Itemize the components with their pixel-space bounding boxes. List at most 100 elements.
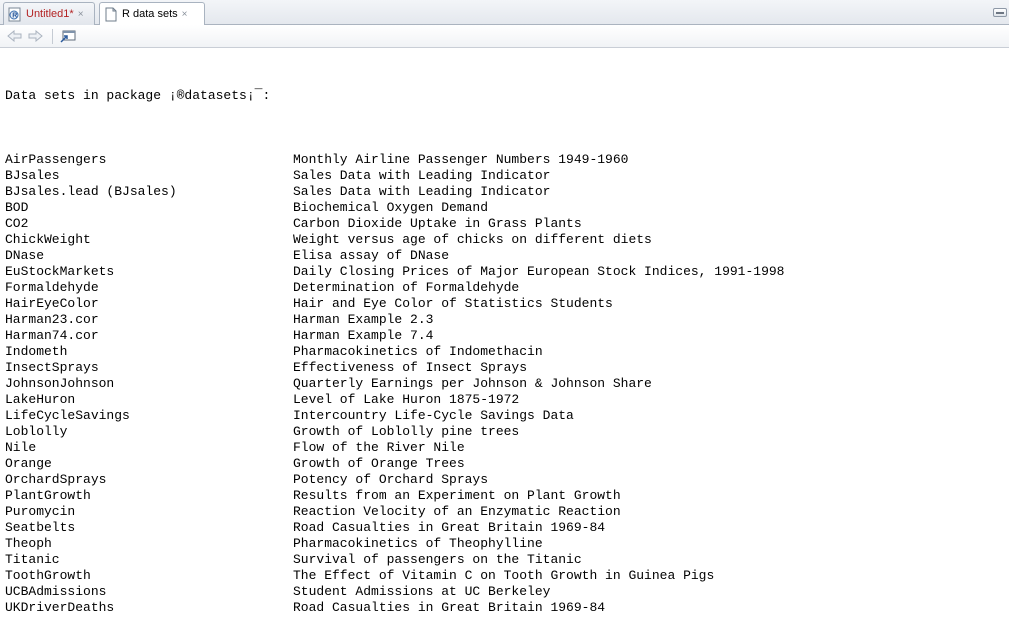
dataset-description: Biochemical Oxygen Demand xyxy=(293,200,489,215)
dataset-name: Titanic xyxy=(5,552,60,567)
dataset-description: Sales Data with Leading Indicator xyxy=(293,184,551,199)
dataset-name: Seatbelts xyxy=(5,520,76,535)
dataset-description: Effectiveness of Insect Sprays xyxy=(293,360,528,375)
list-item: AirPassengers Monthly Airline Passenger N… xyxy=(5,152,1009,168)
dataset-name: ChickWeight xyxy=(5,232,91,247)
dataset-description: Student Admissions at UC Berkeley xyxy=(293,584,551,599)
dataset-name: Nile xyxy=(5,440,37,455)
close-icon[interactable]: × xyxy=(78,4,84,25)
dataset-description: Reaction Velocity of an Enzymatic Reacti… xyxy=(293,504,621,519)
dataset-name: HairEyeColor xyxy=(5,296,99,311)
list-item: UCBAdmissions Student Admissions at UC Be… xyxy=(5,584,1009,600)
dataset-description: Monthly Airline Passenger Numbers 1949-1… xyxy=(293,152,629,167)
list-item: LakeHuron Level of Lake Huron 1875-1972 xyxy=(5,392,1009,408)
datasets-output: Data sets in package ¡®datasets¡¯: AirPa… xyxy=(5,56,1009,632)
dataset-description: The Effect of Vitamin C on Tooth Growth … xyxy=(293,568,715,583)
dataset-description: Harman Example 7.4 xyxy=(293,328,434,343)
dataset-description: Survival of passengers on the Titanic xyxy=(293,552,582,567)
list-item: Indometh Pharmacokinetics of Indomethacin xyxy=(5,344,1009,360)
list-item: Titanic Survival of passengers on the Tit… xyxy=(5,552,1009,568)
dataset-name: AirPassengers xyxy=(5,152,107,167)
list-item: Orange Growth of Orange Trees xyxy=(5,456,1009,472)
tab-untitled1[interactable]: R Untitled1* × xyxy=(3,2,95,25)
dataset-name: PlantGrowth xyxy=(5,488,91,503)
dataset-name: EuStockMarkets xyxy=(5,264,115,279)
dataset-name: Harman74.cor xyxy=(5,328,99,343)
dataset-name: UKDriverDeaths xyxy=(5,600,115,615)
dataset-name: CO2 xyxy=(5,216,29,231)
list-item: Puromycin Reaction Velocity of an Enzymat… xyxy=(5,504,1009,520)
list-item: Harman74.cor Harman Example 7.4 xyxy=(5,328,1009,344)
dataset-name: ToothGrowth xyxy=(5,568,91,583)
list-item: Nile Flow of the River Nile xyxy=(5,440,1009,456)
toolbar-separator xyxy=(52,29,53,44)
show-in-new-window-icon[interactable] xyxy=(60,29,76,43)
dataset-description: Potency of Orchard Sprays xyxy=(293,472,489,487)
dataset-name: Harman23.cor xyxy=(5,312,99,327)
dataset-description: Flow of the River Nile xyxy=(293,440,465,455)
forward-arrow-icon[interactable] xyxy=(27,29,43,43)
dataset-name: UCBAdmissions xyxy=(5,584,107,599)
r-script-icon: R xyxy=(8,7,22,22)
dataset-name: LifeCycleSavings xyxy=(5,408,130,423)
toolbar xyxy=(0,25,1009,48)
dataset-name: DNase xyxy=(5,248,45,263)
list-item: InsectSprays Effectiveness of Insect Spra… xyxy=(5,360,1009,376)
dataset-description: Pharmacokinetics of Indomethacin xyxy=(293,344,543,359)
tab-label: Untitled1* xyxy=(26,7,74,20)
dataset-name: BOD xyxy=(5,200,29,215)
dataset-description: Weight versus age of chicks on different… xyxy=(293,232,652,247)
list-item: Formaldehyde Determination of Formaldehyd… xyxy=(5,280,1009,296)
list-item: Harman23.cor Harman Example 2.3 xyxy=(5,312,1009,328)
dataset-description: Daily Closing Prices of Major European S… xyxy=(293,264,785,279)
tab-label: R data sets xyxy=(122,8,178,20)
dataset-description: Harman Example 2.3 xyxy=(293,312,434,327)
dataset-name: OrchardSprays xyxy=(5,472,107,487)
list-item: OrchardSprays Potency of Orchard Sprays xyxy=(5,472,1009,488)
list-item: ToothGrowth The Effect of Vitamin C on To… xyxy=(5,568,1009,584)
dataset-list: AirPassengers Monthly Airline Passenger N… xyxy=(5,152,1009,616)
dataset-name: Loblolly xyxy=(5,424,68,439)
page-title: Data sets in package ¡®datasets¡¯: xyxy=(5,88,271,103)
dataset-name: InsectSprays xyxy=(5,360,99,375)
list-item: LifeCycleSavings Intercountry Life-Cycle … xyxy=(5,408,1009,424)
dataset-description: Road Casualties in Great Britain 1969-84 xyxy=(293,520,606,535)
dataset-description: Intercountry Life-Cycle Savings Data xyxy=(293,408,574,423)
dataset-name: Formaldehyde xyxy=(5,280,99,295)
dataset-name: Indometh xyxy=(5,344,68,359)
list-item: Seatbelts Road Casualties in Great Britai… xyxy=(5,520,1009,536)
dataset-description: Carbon Dioxide Uptake in Grass Plants xyxy=(293,216,582,231)
back-arrow-icon[interactable] xyxy=(7,29,23,43)
dataset-description: Elisa assay of DNase xyxy=(293,248,450,263)
dataset-description: Growth of Orange Trees xyxy=(293,456,465,471)
list-item: UKDriverDeaths Road Casualties in Great B… xyxy=(5,600,1009,616)
dataset-description: Results from an Experiment on Plant Grow… xyxy=(293,488,621,503)
dataset-description: Quarterly Earnings per Johnson & Johnson… xyxy=(293,376,652,391)
dataset-description: Sales Data with Leading Indicator xyxy=(293,168,551,183)
list-item: BOD Biochemical Oxygen Demand xyxy=(5,200,1009,216)
tab-bar: R Untitled1* × R data sets × xyxy=(0,0,1009,26)
list-item: Loblolly Growth of Loblolly pine trees xyxy=(5,424,1009,440)
dataset-name: JohnsonJohnson xyxy=(5,376,115,391)
dataset-description: Determination of Formaldehyde xyxy=(293,280,520,295)
dataset-description: Road Casualties in Great Britain 1969-84 xyxy=(293,600,606,615)
list-item: BJsales Sales Data with Leading Indicator xyxy=(5,168,1009,184)
dataset-name: Puromycin xyxy=(5,504,76,519)
list-item: DNase Elisa assay of DNase xyxy=(5,248,1009,264)
list-item: PlantGrowth Results from an Experiment on… xyxy=(5,488,1009,504)
dataset-name: BJsales xyxy=(5,168,60,183)
svg-text:R: R xyxy=(12,12,17,19)
list-item: ChickWeight Weight versus age of chicks o… xyxy=(5,232,1009,248)
list-item: BJsales.lead (BJsales) Sales Data with Le… xyxy=(5,184,1009,200)
dataset-description: Growth of Loblolly pine trees xyxy=(293,424,520,439)
dataset-name: BJsales.lead (BJsales) xyxy=(5,184,177,199)
close-icon[interactable]: × xyxy=(182,4,188,25)
document-icon xyxy=(104,7,118,22)
list-item: EuStockMarkets Daily Closing Prices of Ma… xyxy=(5,264,1009,280)
dataset-name: Orange xyxy=(5,456,52,471)
dataset-name: LakeHuron xyxy=(5,392,76,407)
tab-r-data-sets[interactable]: R data sets × xyxy=(99,2,205,26)
dataset-description: Hair and Eye Color of Statistics Student… xyxy=(293,296,613,311)
minimize-pane-button[interactable] xyxy=(993,8,1007,17)
list-item: HairEyeColor Hair and Eye Color of Statis… xyxy=(5,296,1009,312)
